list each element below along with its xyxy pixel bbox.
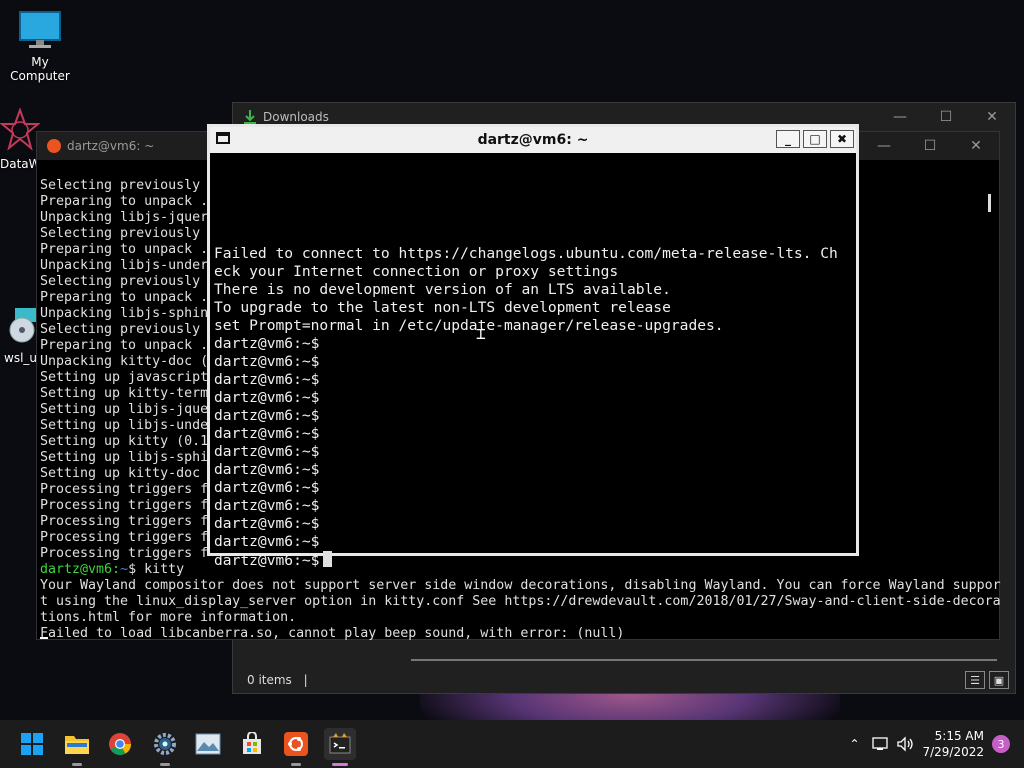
terminal-output-line: Your Wayland compositor does not support… xyxy=(40,578,1001,593)
terminal-output-line: dartz@vm6:~$ xyxy=(214,515,320,532)
running-indicator xyxy=(72,763,82,766)
terminal-output-line: dartz@vm6:~$ xyxy=(214,461,320,478)
download-arrow-icon xyxy=(244,110,256,124)
active-prompt: dartz@vm6:~$ xyxy=(214,552,320,569)
typed-command: $ kitty xyxy=(128,562,185,577)
file-explorer-button[interactable] xyxy=(61,728,93,766)
terminal-output-line: tions.html for more information. xyxy=(40,610,297,625)
ubuntu-icon xyxy=(47,139,61,153)
ibeam-cursor-icon: ⌶ xyxy=(476,324,486,343)
kitty-terminal-output[interactable]: Failed to connect to https://changelogs.… xyxy=(214,227,856,570)
minimize-button[interactable]: — xyxy=(877,103,923,131)
close-button[interactable]: ✕ xyxy=(953,132,999,160)
maximize-button[interactable]: ☐ xyxy=(923,103,969,131)
window-menu-icon[interactable] xyxy=(216,132,230,144)
dataw-label: DataW xyxy=(0,157,41,171)
terminal-output-line: Failed to connect to https://changelogs.… xyxy=(214,245,838,262)
my-computer-shortcut[interactable]: My Computer xyxy=(2,10,78,83)
wsl-update-label: wsl_up xyxy=(4,351,45,365)
terminal-output-line: dartz@vm6:~$ xyxy=(214,389,320,406)
chrome-button[interactable] xyxy=(104,728,136,760)
terminal-output-line: dartz@vm6:~$ xyxy=(214,371,320,388)
text-cursor xyxy=(40,637,48,639)
item-count: 0 items xyxy=(247,673,292,687)
maximize-button[interactable]: ☐ xyxy=(907,132,953,160)
maximize-button[interactable]: □ xyxy=(803,130,827,148)
details-view-icon[interactable]: ☰ xyxy=(965,671,985,689)
close-button[interactable]: ✖ xyxy=(830,130,854,148)
store-button[interactable] xyxy=(236,728,268,760)
clock[interactable]: 5:15 AM 7/29/2022 xyxy=(922,728,984,760)
terminal-output-line: To upgrade to the latest non-LTS develop… xyxy=(214,299,671,316)
my-computer-label: My Computer xyxy=(10,55,70,83)
back-terminal-title: dartz@vm6: ~ xyxy=(67,139,155,153)
horizontal-scrollbar[interactable] xyxy=(411,659,997,661)
photos-icon xyxy=(195,733,221,755)
prompt-user: dartz@vm6: xyxy=(40,562,121,577)
vertical-scrollbar[interactable] xyxy=(988,194,991,212)
block-cursor xyxy=(323,551,333,567)
system-tray: ⌃ 5:15 AM 7/29/2022 3 xyxy=(840,720,1024,768)
terminal-output-line: There is no development version of an LT… xyxy=(214,281,671,298)
clock-date: 7/29/2022 xyxy=(922,745,984,759)
chrome-icon xyxy=(109,733,131,755)
status-bar: 0 items | xyxy=(247,673,308,687)
downloads-title: Downloads xyxy=(263,110,329,124)
gear-icon xyxy=(154,733,176,755)
terminal-output-line: dartz@vm6:~$ xyxy=(214,479,320,496)
start-button[interactable] xyxy=(16,728,48,760)
windows-logo-icon xyxy=(21,733,43,755)
running-indicator xyxy=(291,763,301,766)
terminal-output-line: dartz@vm6:~$ xyxy=(214,335,320,352)
store-bag-icon xyxy=(243,732,261,754)
ubuntu-button[interactable] xyxy=(280,728,312,766)
wsl-update-shortcut[interactable]: wsl_up xyxy=(4,306,45,365)
dataw-shortcut[interactable]: DataW xyxy=(0,107,41,171)
kitty-cat-icon xyxy=(329,733,351,754)
active-indicator xyxy=(332,763,348,766)
folder-icon xyxy=(65,736,89,754)
terminal-output-line: set Prompt=normal in /etc/update-manager… xyxy=(214,317,724,334)
kitty-terminal-button[interactable] xyxy=(324,728,356,766)
kitty-titlebar[interactable]: dartz@vm6: ~ _ □ ✖ xyxy=(210,127,856,153)
chevron-up-icon[interactable]: ⌃ xyxy=(840,737,868,751)
kitty-terminal-window[interactable]: dartz@vm6: ~ _ □ ✖ Failed to connect to … xyxy=(207,124,859,569)
star-logo-icon xyxy=(0,107,41,151)
terminal-output-line: dartz@vm6:~$ xyxy=(214,443,320,460)
running-indicator xyxy=(160,763,170,766)
volume-icon[interactable] xyxy=(896,736,916,752)
photos-button[interactable] xyxy=(192,728,224,760)
ubuntu-logo-icon xyxy=(284,732,308,756)
close-button[interactable]: ✕ xyxy=(969,103,1015,131)
notification-badge[interactable]: 3 xyxy=(992,735,1010,753)
minimize-button[interactable]: — xyxy=(861,132,907,160)
settings-button[interactable] xyxy=(149,728,181,766)
terminal-output-line: dartz@vm6:~$ xyxy=(214,353,320,370)
terminal-output-line: dartz@vm6:~$ xyxy=(214,407,320,424)
network-icon[interactable] xyxy=(872,736,890,752)
active-prompt-line[interactable]: dartz@vm6:~$ xyxy=(214,551,856,570)
clock-time: 5:15 AM xyxy=(934,729,984,743)
status-separator: | xyxy=(303,673,308,687)
terminal-output-line: dartz@vm6:~$ xyxy=(214,425,320,442)
terminal-output-line: Failed to load libcanberra.so, cannot pl… xyxy=(40,626,625,641)
tiles-view-icon[interactable]: ▣ xyxy=(989,671,1009,689)
terminal-output-line: dartz@vm6:~$ xyxy=(214,497,320,514)
disc-icon xyxy=(9,308,37,343)
prompt-path: ~ xyxy=(120,562,129,577)
terminal-output-line: dartz@vm6:~$ xyxy=(214,533,320,550)
terminal-output-line: t using the linux_display_server option … xyxy=(40,594,1001,609)
kitty-title: dartz@vm6: ~ xyxy=(477,132,589,148)
minimize-button[interactable]: _ xyxy=(776,130,800,148)
terminal-output-line: eck your Internet connection or proxy se… xyxy=(214,263,619,280)
monitor-icon xyxy=(19,11,61,48)
taskbar: ⌃ 5:15 AM 7/29/2022 3 xyxy=(0,720,1024,768)
